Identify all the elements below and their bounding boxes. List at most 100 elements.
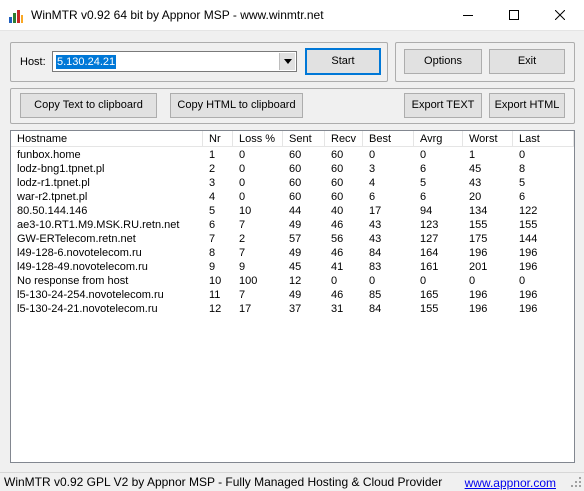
options-button[interactable]: Options [404, 49, 482, 74]
table-header: Hostname Nr Loss % Sent Recv Best Avrg Worst Las… [11, 131, 574, 147]
cell-nr: 8 [209, 247, 216, 259]
host-dropdown-button[interactable] [279, 53, 295, 70]
cell-best: 43 [369, 233, 382, 245]
column-header-best[interactable]: Best [363, 131, 414, 147]
maximize-button[interactable] [491, 0, 537, 30]
title-bar: WinMTR v0.92 64 bit by Appnor MSP - www.… [0, 0, 584, 31]
table-row[interactable]: war-r2.tpnet.pl 4 0 60 60 6 6 20 6 [11, 190, 574, 204]
cell-nr: 6 [209, 219, 216, 231]
cell-best: 4 [369, 177, 376, 189]
cell-worst: 196 [469, 247, 488, 259]
cell-hostname: l5-130-24-21.novotelecom.ru [17, 303, 158, 315]
resize-grip-icon[interactable] [570, 476, 582, 488]
cell-hostname: l49-128-6.novotelecom.ru [17, 247, 142, 259]
table-row[interactable]: l5-130-24-21.novotelecom.ru 12 17 37 31 84 155… [11, 302, 574, 316]
cell-best: 0 [369, 275, 376, 287]
cell-loss: 0 [239, 163, 246, 175]
results-table[interactable]: Hostname Nr Loss % Sent Recv Best Avrg Worst Las… [10, 130, 575, 463]
table-row[interactable]: funbox.home 1 0 60 60 0 0 1 0 [11, 148, 574, 162]
host-combobox[interactable]: 5.130.24.21 [52, 51, 297, 72]
table-row[interactable]: ae3-10.RT1.M9.MSK.RU.retn.net 6 7 49 46 43 123… [11, 218, 574, 232]
table-row[interactable]: No response from host 10 100 12 0 0 0 0 0 [11, 274, 574, 288]
column-header-worst[interactable]: Worst [463, 131, 513, 147]
table-row[interactable]: 80.50.144.146 5 10 44 40 17 94 134 122 [11, 204, 574, 218]
appnor-link[interactable]: www.appnor.com [465, 476, 556, 490]
table-row[interactable]: l5-130-24-254.novotelecom.ru 11 7 49 46 85 165… [11, 288, 574, 302]
column-header-nr[interactable]: Nr [203, 131, 233, 147]
cell-sent: 37 [289, 303, 302, 315]
table-row[interactable]: lodz-r1.tpnet.pl 3 0 60 60 4 5 43 5 [11, 176, 574, 190]
column-header-last[interactable]: Last [513, 131, 574, 147]
status-text: WinMTR v0.92 GPL V2 by Appnor MSP - Full… [4, 475, 443, 489]
table-row[interactable]: lodz-bng1.tpnet.pl 2 0 60 60 3 6 45 8 [11, 162, 574, 176]
cell-worst: 43 [469, 177, 482, 189]
cell-avrg: 165 [420, 289, 439, 301]
cell-hostname: lodz-r1.tpnet.pl [17, 177, 90, 189]
cell-hostname: l49-128-49.novotelecom.ru [17, 261, 148, 273]
cell-hostname: No response from host [17, 275, 129, 287]
cell-loss: 100 [239, 275, 258, 287]
cell-best: 0 [369, 149, 376, 161]
cell-nr: 7 [209, 233, 216, 245]
cell-loss: 0 [239, 149, 246, 161]
maximize-icon [509, 10, 519, 20]
cell-best: 84 [369, 303, 382, 315]
close-button[interactable] [537, 0, 583, 30]
cell-avrg: 164 [420, 247, 439, 259]
copy-html-button[interactable]: Copy HTML to clipboard [170, 93, 303, 118]
cell-sent: 60 [289, 177, 302, 189]
cell-worst: 20 [469, 191, 482, 203]
column-header-sent[interactable]: Sent [283, 131, 325, 147]
cell-worst: 45 [469, 163, 482, 175]
table-row[interactable]: l49-128-49.novotelecom.ru 9 9 45 41 83 161 201 1… [11, 260, 574, 274]
cell-nr: 9 [209, 261, 216, 273]
exit-button[interactable]: Exit [489, 49, 565, 74]
chart-bars-icon [8, 8, 24, 24]
cell-best: 17 [369, 205, 382, 217]
cell-nr: 11 [209, 289, 221, 301]
cell-best: 6 [369, 191, 376, 203]
cell-worst: 1 [469, 149, 476, 161]
cell-last: 122 [519, 205, 538, 217]
cell-sent: 60 [289, 163, 302, 175]
cell-best: 43 [369, 219, 382, 231]
cell-loss: 10 [239, 205, 252, 217]
cell-recv: 60 [331, 149, 344, 161]
cell-recv: 60 [331, 177, 344, 189]
cell-recv: 56 [331, 233, 344, 245]
cell-sent: 60 [289, 191, 302, 203]
cell-avrg: 155 [420, 303, 439, 315]
export-text-button[interactable]: Export TEXT [404, 93, 482, 118]
cell-last: 196 [519, 261, 538, 273]
cell-sent: 49 [289, 247, 302, 259]
cell-recv: 60 [331, 163, 344, 175]
cell-last: 144 [519, 233, 538, 245]
minimize-button[interactable] [445, 0, 491, 30]
column-header-hostname[interactable]: Hostname [11, 131, 203, 147]
table-row[interactable]: l49-128-6.novotelecom.ru 8 7 49 46 84 164 196 19… [11, 246, 574, 260]
chevron-down-icon [284, 59, 292, 64]
cell-loss: 0 [239, 177, 246, 189]
table-row[interactable]: GW-ERTelecom.retn.net 7 2 57 56 43 127 175 144 [11, 232, 574, 246]
cell-sent: 57 [289, 233, 302, 245]
cell-best: 84 [369, 247, 382, 259]
column-header-recv[interactable]: Recv [325, 131, 363, 147]
cell-nr: 4 [209, 191, 216, 203]
cell-loss: 9 [239, 261, 246, 273]
cell-recv: 46 [331, 219, 344, 231]
cell-avrg: 0 [420, 275, 427, 287]
export-html-button[interactable]: Export HTML [489, 93, 565, 118]
column-header-loss[interactable]: Loss % [233, 131, 283, 147]
copy-text-button[interactable]: Copy Text to clipboard [20, 93, 157, 118]
cell-nr: 5 [209, 205, 216, 217]
table-body: funbox.home 1 0 60 60 0 0 1 0 lodz-bng1.tpnet.pl 2… [11, 148, 574, 316]
cell-recv: 60 [331, 191, 344, 203]
cell-loss: 7 [239, 289, 246, 301]
column-header-avrg[interactable]: Avrg [414, 131, 463, 147]
host-input[interactable]: 5.130.24.21 [56, 55, 117, 69]
cell-best: 85 [369, 289, 382, 301]
cell-avrg: 127 [420, 233, 439, 245]
cell-recv: 40 [331, 205, 344, 217]
start-button[interactable]: Start [305, 48, 381, 75]
cell-best: 3 [369, 163, 376, 175]
